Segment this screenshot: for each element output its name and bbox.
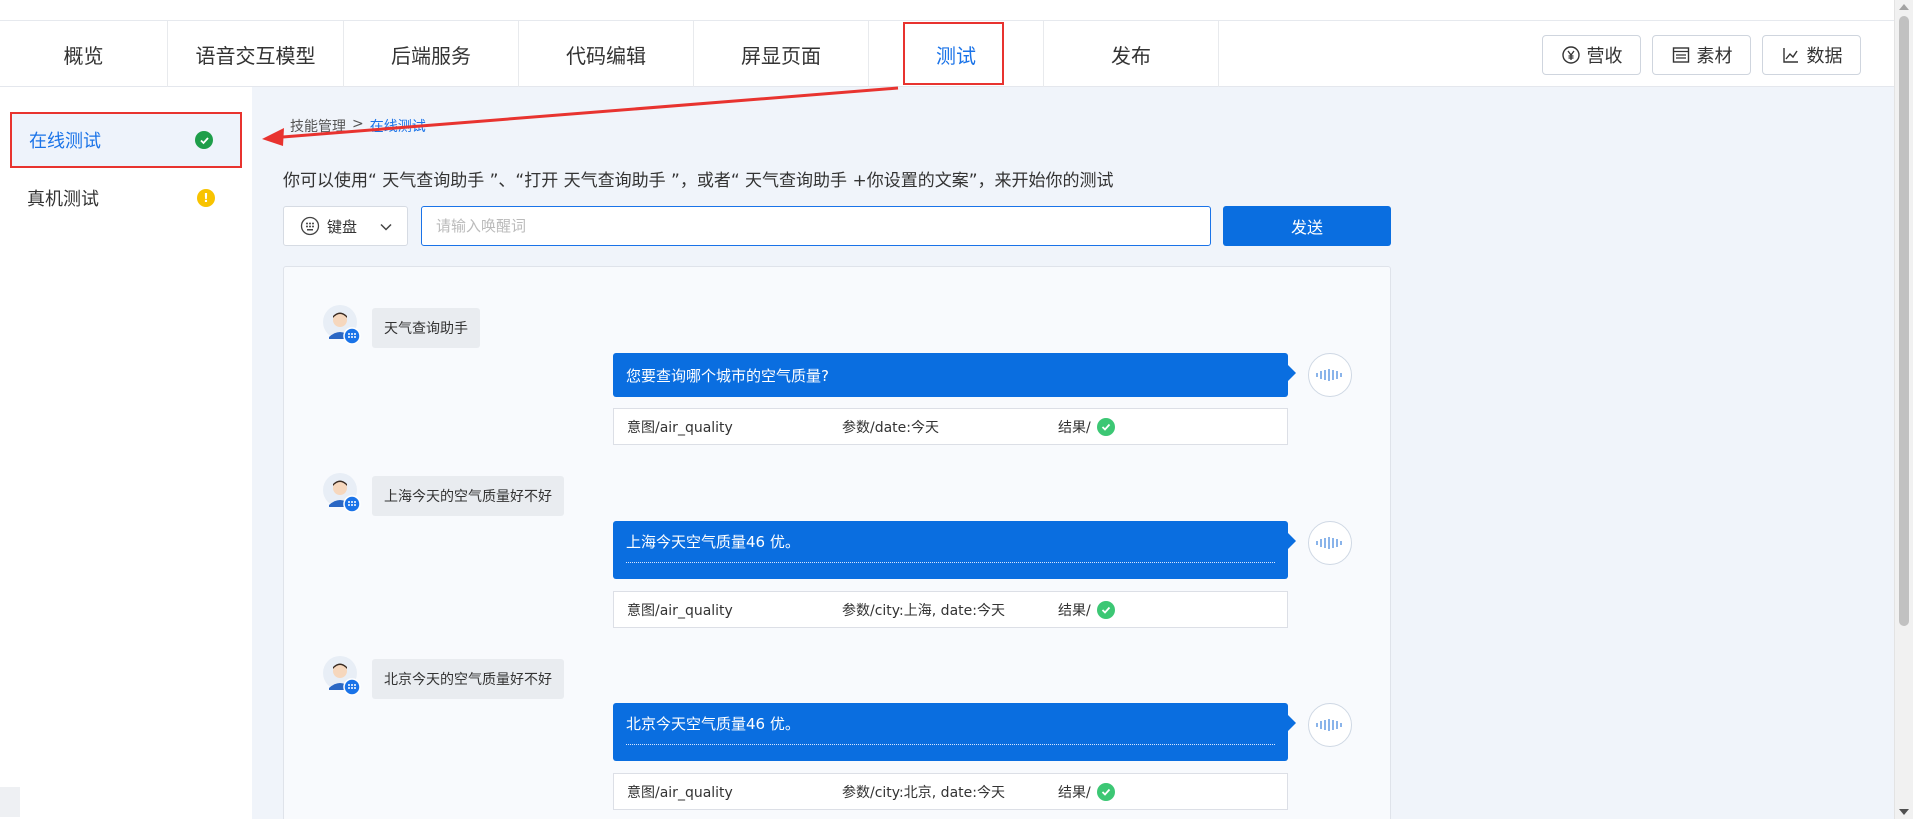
tab-label: 语音交互模型 [195,43,316,68]
params-value: 参数/city:北京, date:今天 [842,784,1005,801]
yen-circle-icon [1561,46,1580,64]
result-cell: 结果/ [1058,782,1115,802]
tab-voice-model[interactable]: 语音交互模型 [168,21,344,87]
params-value: 参数/date:今天 [842,419,940,436]
top-nav: 概览 语音交互模型 后端服务 代码编辑 屏显页面 测试 发布 营收 素材 数据 [0,21,1894,87]
input-mode-select[interactable]: 键盘 [283,206,408,246]
user-avatar-icon [323,656,361,696]
intent-value: 意图/air_quality [627,602,733,619]
tab-label: 测试 [936,43,976,68]
top-strip [0,0,1894,21]
tab-backend[interactable]: 后端服务 [344,21,519,87]
sidebar-item-label: 在线测试 [29,131,101,152]
breadcrumb-separator: > [352,116,364,132]
check-circle-icon [195,131,213,149]
tab-overview[interactable]: 概览 [0,21,168,87]
materials-button[interactable]: 素材 [1652,35,1751,75]
tab-label: 后端服务 [391,43,471,68]
materials-label: 素材 [1696,46,1733,67]
tab-test[interactable]: 测试 [869,21,1044,87]
bot-message-text: 上海今天空气质量46 优。 [626,521,1275,563]
bot-avatar[interactable] [1308,353,1352,397]
nlu-result-row: 意图/air_quality 参数/city:北京, date:今天 结果/ [613,773,1288,810]
scroll-thumb[interactable] [1899,16,1909,626]
bot-message: 上海今天空气质量46 优。 [613,521,1296,579]
keyboard-icon [300,216,320,236]
tab-code-editor[interactable]: 代码编辑 [519,21,694,87]
send-button[interactable]: 发送 [1223,206,1391,246]
tab-label: 发布 [1111,43,1151,68]
data-label: 数据 [1806,46,1843,67]
user-message: 上海今天的空气质量好不好 [372,476,564,516]
data-button[interactable]: 数据 [1762,35,1861,75]
check-circle-icon [1096,600,1115,619]
intent-value: 意图/air_quality [627,784,733,801]
result-label: 结果/ [1058,419,1091,436]
scroll-up-icon[interactable] [1899,4,1909,10]
wake-word-input[interactable] [421,206,1211,246]
tab-publish[interactable]: 发布 [1044,21,1219,87]
warning-icon: ! [197,189,215,207]
nlu-result-row: 意图/air_quality 参数/date:今天 结果/ [613,408,1288,445]
scroll-down-icon[interactable] [1899,809,1909,815]
sidebar-collapse-handle[interactable] [0,787,20,817]
usage-hint: 你可以使用“ 天气查询助手 ”、“打开 天气查询助手 ”，或者“ 天气查询助手 … [283,171,1114,191]
breadcrumb-current: 在线测试 [369,119,426,135]
nlu-result-row: 意图/air_quality 参数/city:上海, date:今天 结果/ [613,591,1288,628]
tab-label: 屏显页面 [741,43,821,68]
tab-screen-pages[interactable]: 屏显页面 [694,21,869,87]
check-circle-icon [1096,782,1115,801]
params-value: 参数/city:上海, date:今天 [842,602,1005,619]
sound-wave-icon [1316,369,1342,381]
breadcrumb: 技能管理 > 在线测试 [290,116,426,136]
user-avatar-icon [323,473,361,513]
bot-message: 您要查询哪个城市的空气质量? [613,353,1296,397]
bot-avatar[interactable] [1308,703,1352,747]
sidebar-item-label: 真机测试 [27,189,99,210]
bot-message: 北京今天空气质量46 优。 [613,703,1296,761]
user-avatar-icon [323,305,361,345]
sidebar-item-online-test[interactable]: 在线测试 [10,112,242,168]
line-chart-icon [1782,48,1798,63]
result-cell: 结果/ [1058,600,1115,620]
intent-value: 意图/air_quality [627,419,733,436]
conversation-panel: 天气查询助手 您要查询哪个城市的空气质量? 意图/air_quality 参数/… [283,266,1391,819]
result-label: 结果/ [1058,784,1091,801]
tab-label: 代码编辑 [566,43,646,68]
sidebar: 在线测试 真机测试 ! [0,87,252,819]
bot-message-text: 北京今天空气质量46 优。 [626,703,1275,745]
sidebar-item-device-test[interactable]: 真机测试 ! [10,170,242,226]
bot-avatar[interactable] [1308,521,1352,565]
page-scrollbar[interactable] [1894,0,1913,819]
revenue-button[interactable]: 营收 [1542,35,1641,75]
user-message: 北京今天的空气质量好不好 [372,659,564,699]
input-mode-label: 键盘 [327,217,358,236]
sound-wave-icon [1316,537,1342,549]
breadcrumb-parent[interactable]: 技能管理 [290,116,346,136]
chevron-down-icon [380,223,392,231]
result-label: 结果/ [1058,602,1091,619]
sound-wave-icon [1316,719,1342,731]
revenue-label: 营收 [1586,46,1623,67]
result-cell: 结果/ [1058,417,1115,437]
bot-message-text: 您要查询哪个城市的空气质量? [626,366,829,385]
tab-label: 概览 [63,43,104,68]
user-message: 天气查询助手 [372,308,480,348]
check-circle-icon [1096,417,1115,436]
materials-icon [1672,47,1689,63]
